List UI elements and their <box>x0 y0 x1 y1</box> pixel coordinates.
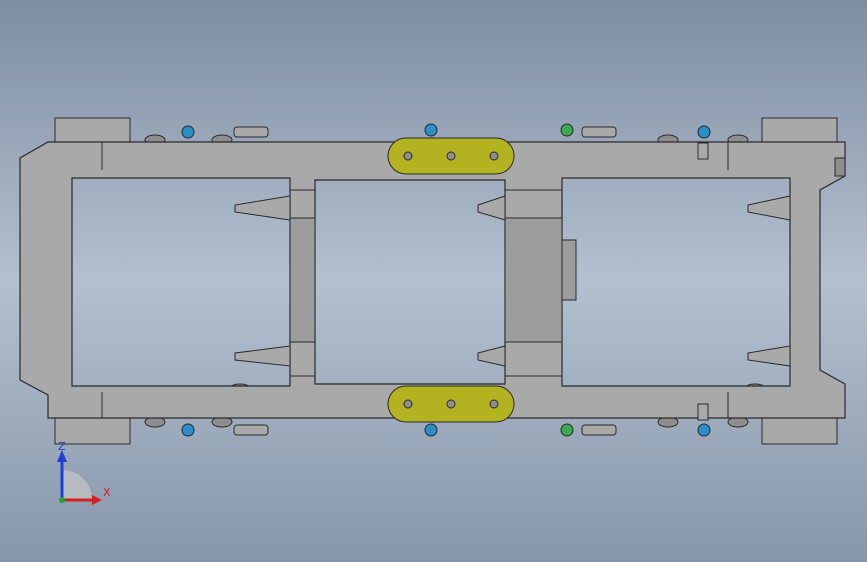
plate-bolt <box>403 399 413 409</box>
bracket-top-right[interactable] <box>761 117 838 145</box>
hinge-clip[interactable] <box>233 126 269 138</box>
model-view[interactable] <box>0 0 867 562</box>
small-latch-bottom[interactable] <box>697 403 709 421</box>
axis-z-label: Z <box>58 440 66 453</box>
plate-bolt <box>446 151 456 161</box>
plate-bolt <box>489 151 499 161</box>
green-bearing[interactable] <box>560 423 574 437</box>
side-connector[interactable] <box>834 157 846 177</box>
blue-bearing[interactable] <box>697 125 711 139</box>
bracket-bottom-right[interactable] <box>761 417 838 445</box>
bracket-top-left[interactable] <box>54 117 131 145</box>
hinge-clip[interactable] <box>233 424 269 436</box>
small-latch-top[interactable] <box>697 142 709 160</box>
bracket-bottom-left[interactable] <box>54 417 131 445</box>
center-slot[interactable] <box>561 239 577 301</box>
y-axis-dot <box>59 497 65 503</box>
plate-bolt <box>403 151 413 161</box>
hinge-clip[interactable] <box>581 424 617 436</box>
cross-member-left[interactable] <box>289 217 316 343</box>
axis-x-label: X <box>103 486 111 499</box>
blue-bearing[interactable] <box>424 423 438 437</box>
blue-bearing[interactable] <box>424 123 438 137</box>
hinge-clip[interactable] <box>581 126 617 138</box>
graphics-viewport[interactable]: Z X <box>0 0 867 562</box>
plate-bolt <box>489 399 499 409</box>
viewport-background <box>0 0 867 562</box>
cross-member-right[interactable] <box>504 217 563 343</box>
blue-bearing[interactable] <box>697 423 711 437</box>
blue-bearing[interactable] <box>181 125 195 139</box>
green-bearing[interactable] <box>560 123 574 137</box>
blue-bearing[interactable] <box>181 423 195 437</box>
plate-bolt <box>446 399 456 409</box>
